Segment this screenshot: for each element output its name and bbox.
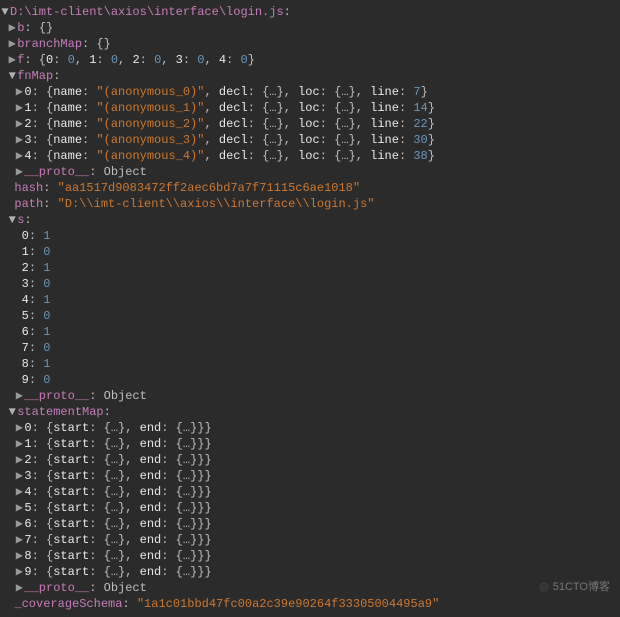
chevron-right-icon[interactable]: ▶ [14,420,24,436]
s-entry-1: 1: 0 [0,244,620,260]
statementmap-entry-5[interactable]: ▶5: {start: {…}, end: {…}}} [0,500,620,516]
s-entry-7: 7: 0 [0,340,620,356]
statementmap-entry-3[interactable]: ▶3: {start: {…}, end: {…}}} [0,468,620,484]
chevron-down-icon[interactable]: ▼ [7,68,17,84]
chevron-right-icon[interactable]: ▶ [14,116,24,132]
root-row[interactable]: ▼D:\imt-client\axios\interface\login.js: [0,4,620,20]
fnmap-proto[interactable]: ▶__proto__: Object [0,164,620,180]
prop-coverageschema: _coverageSchema: "1a1c01bbd47fc00a2c39e9… [0,596,620,612]
root-path: D:\imt-client\axios\interface\login.js [10,5,284,19]
s-entry-5: 5: 0 [0,308,620,324]
s-entry-3: 3: 0 [0,276,620,292]
prop-f[interactable]: ▶f: {0: 0, 1: 0, 2: 0, 3: 0, 4: 0} [0,52,620,68]
chevron-right-icon[interactable]: ▶ [14,84,24,100]
statementmap-entry-4[interactable]: ▶4: {start: {…}, end: {…}}} [0,484,620,500]
statementmap-entry-1[interactable]: ▶1: {start: {…}, end: {…}}} [0,436,620,452]
prop-b[interactable]: ▶b: {} [0,20,620,36]
chevron-right-icon[interactable]: ▶ [14,388,24,404]
s-entry-9: 9: 0 [0,372,620,388]
chevron-right-icon[interactable]: ▶ [14,500,24,516]
chevron-right-icon[interactable]: ▶ [14,516,24,532]
chevron-down-icon[interactable]: ▼ [0,4,10,20]
chevron-right-icon[interactable]: ▶ [14,564,24,580]
s-proto[interactable]: ▶__proto__: Object [0,388,620,404]
chevron-right-icon[interactable]: ▶ [14,532,24,548]
prop-fnmap[interactable]: ▼fnMap: [0,68,620,84]
fnmap-entry-3[interactable]: ▶3: {name: "(anonymous_3)", decl: {…}, l… [0,132,620,148]
chevron-right-icon[interactable]: ▶ [14,436,24,452]
chevron-right-icon[interactable]: ▶ [14,100,24,116]
chevron-right-icon[interactable]: ▶ [14,484,24,500]
s-entry-0: 0: 1 [0,228,620,244]
chevron-right-icon[interactable]: ▶ [7,52,17,68]
statementmap-entry-9[interactable]: ▶9: {start: {…}, end: {…}}} [0,564,620,580]
chevron-right-icon[interactable]: ▶ [14,580,24,596]
chevron-down-icon[interactable]: ▼ [7,404,17,420]
statementmap-entry-8[interactable]: ▶8: {start: {…}, end: {…}}} [0,548,620,564]
s-entry-2: 2: 1 [0,260,620,276]
prop-hash: hash: "aa1517d9083472ff2aec6bd7a7f71115c… [0,180,620,196]
fnmap-entry-1[interactable]: ▶1: {name: "(anonymous_1)", decl: {…}, l… [0,100,620,116]
chevron-right-icon[interactable]: ▶ [14,452,24,468]
s-entry-8: 8: 1 [0,356,620,372]
prop-path: path: "D:\\imt-client\\axios\\interface\… [0,196,620,212]
statementmap-entry-0[interactable]: ▶0: {start: {…}, end: {…}}} [0,420,620,436]
statementmap-entry-2[interactable]: ▶2: {start: {…}, end: {…}}} [0,452,620,468]
chevron-right-icon[interactable]: ▶ [7,20,17,36]
object-tree: ▼D:\imt-client\axios\interface\login.js:… [0,4,620,612]
chevron-right-icon[interactable]: ▶ [14,132,24,148]
prop-statementmap[interactable]: ▼statementMap: [0,404,620,420]
chevron-right-icon[interactable]: ▶ [14,148,24,164]
s-entry-6: 6: 1 [0,324,620,340]
chevron-right-icon[interactable]: ▶ [14,164,24,180]
chevron-right-icon[interactable]: ▶ [7,36,17,52]
chevron-right-icon[interactable]: ▶ [14,548,24,564]
chevron-right-icon[interactable]: ▶ [14,468,24,484]
statementmap-proto[interactable]: ▶__proto__: Object [0,580,620,596]
statementmap-entry-7[interactable]: ▶7: {start: {…}, end: {…}}} [0,532,620,548]
prop-s[interactable]: ▼s: [0,212,620,228]
fnmap-entry-4[interactable]: ▶4: {name: "(anonymous_4)", decl: {…}, l… [0,148,620,164]
fnmap-entry-0[interactable]: ▶0: {name: "(anonymous_0)", decl: {…}, l… [0,84,620,100]
chevron-down-icon[interactable]: ▼ [7,212,17,228]
s-entry-4: 4: 1 [0,292,620,308]
statementmap-entry-6[interactable]: ▶6: {start: {…}, end: {…}}} [0,516,620,532]
prop-branchmap[interactable]: ▶branchMap: {} [0,36,620,52]
fnmap-entry-2[interactable]: ▶2: {name: "(anonymous_2)", decl: {…}, l… [0,116,620,132]
